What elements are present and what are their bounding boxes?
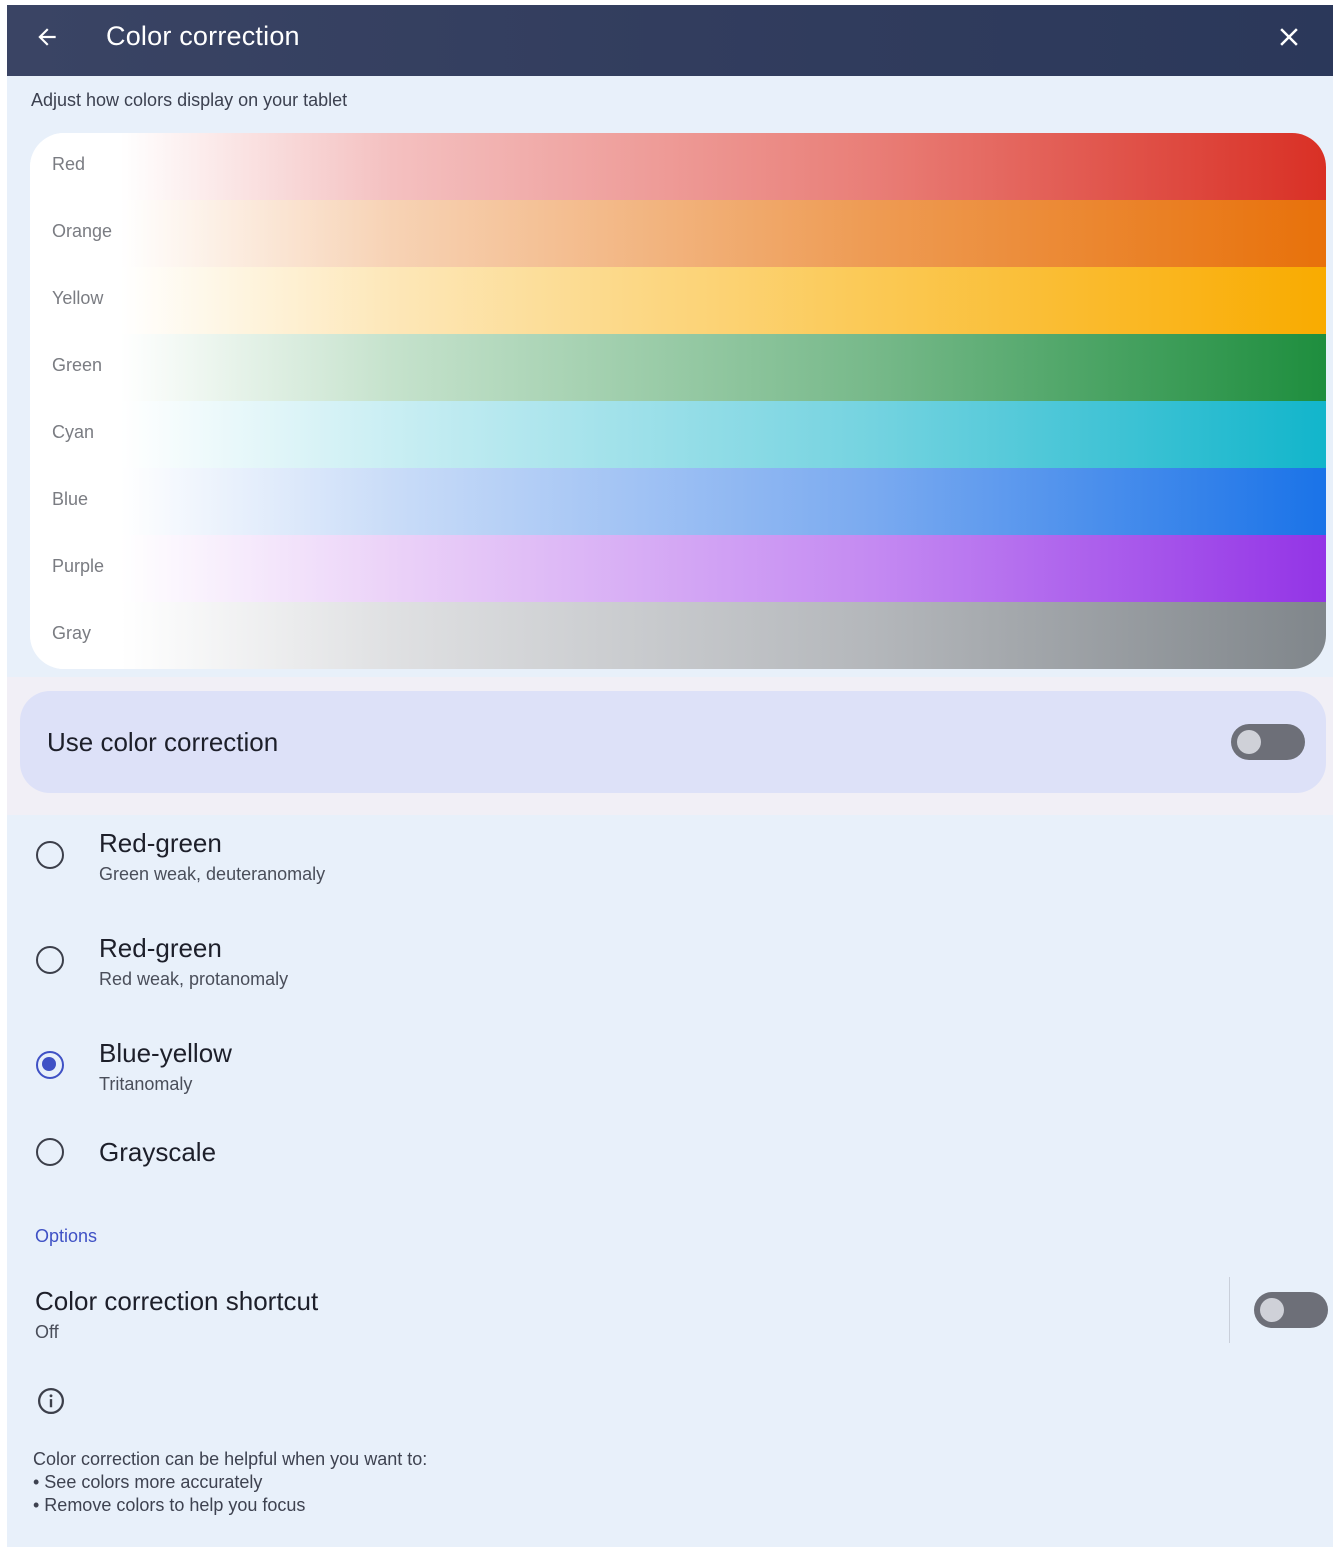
color-band-blue: Blue bbox=[30, 468, 1326, 535]
info-bullet: • Remove colors to help you focus bbox=[33, 1495, 306, 1515]
mode-title: Grayscale bbox=[99, 1137, 217, 1167]
mode-subtitle: Tritanomaly bbox=[99, 1074, 193, 1094]
color-band-label: Gray bbox=[52, 623, 92, 643]
mode-option-grayscale[interactable]: Grayscale bbox=[7, 1115, 1333, 1215]
switch-knob bbox=[1260, 1298, 1284, 1322]
color-band-green: Green bbox=[30, 334, 1326, 401]
back-button[interactable] bbox=[29, 19, 65, 55]
use-color-correction-label: Use color correction bbox=[47, 727, 279, 757]
color-band-orange: Orange bbox=[30, 200, 1326, 267]
mode-title: Blue-yellow bbox=[99, 1038, 232, 1068]
radio-button[interactable] bbox=[36, 841, 64, 869]
info-icon bbox=[38, 1388, 64, 1414]
mode-option-protanomaly[interactable]: Red-green Red weak, protanomaly bbox=[7, 916, 1333, 1016]
color-band-yellow: Yellow bbox=[30, 267, 1326, 334]
color-correction-screen: Color correction Adjust how colors displ… bbox=[7, 5, 1333, 1547]
color-band-label: Cyan bbox=[52, 422, 95, 442]
color-band-label: Green bbox=[52, 355, 103, 375]
page-title: Color correction bbox=[106, 21, 300, 51]
color-band-label: Orange bbox=[52, 221, 113, 241]
color-band-label: Red bbox=[52, 154, 86, 174]
mode-title: Red-green bbox=[99, 828, 222, 858]
info-footer-text: Color correction can be helpful when you… bbox=[33, 1448, 427, 1517]
use-color-correction-row[interactable]: Use color correction bbox=[20, 691, 1326, 793]
radio-button[interactable] bbox=[36, 1138, 64, 1166]
info-intro: Color correction can be helpful when you… bbox=[33, 1449, 428, 1469]
shortcut-status: Off bbox=[35, 1322, 59, 1342]
page-description: Adjust how colors display on your tablet bbox=[31, 90, 348, 110]
radio-button-selected[interactable] bbox=[36, 1051, 64, 1079]
mode-option-deuteranomaly[interactable]: Red-green Green weak, deuteranomaly bbox=[7, 811, 1333, 911]
close-icon bbox=[1280, 28, 1298, 46]
mode-title: Red-green bbox=[99, 933, 222, 963]
color-band-label: Purple bbox=[52, 556, 105, 576]
shortcut-title: Color correction shortcut bbox=[35, 1286, 319, 1316]
vertical-divider bbox=[1229, 1277, 1230, 1343]
use-color-correction-switch[interactable] bbox=[1231, 724, 1305, 760]
color-band-cyan: Cyan bbox=[30, 401, 1326, 468]
options-section-header: Options bbox=[35, 1226, 98, 1246]
close-button[interactable] bbox=[1270, 18, 1308, 56]
radio-button[interactable] bbox=[36, 946, 64, 974]
mode-subtitle: Red weak, protanomaly bbox=[99, 969, 289, 989]
top-app-bar: Color correction bbox=[7, 5, 1333, 76]
arrow-left-icon bbox=[38, 28, 56, 46]
mode-option-tritanomaly[interactable]: Blue-yellow Tritanomaly bbox=[7, 1021, 1333, 1121]
color-correction-shortcut-row[interactable]: Color correction shortcut Off bbox=[7, 1270, 1222, 1360]
color-band-purple: Purple bbox=[30, 535, 1326, 602]
mode-subtitle: Green weak, deuteranomaly bbox=[99, 864, 326, 884]
color-preview-palette: Red Orange Yellow Green Cyan Blue Purple… bbox=[30, 133, 1326, 669]
color-band-label: Blue bbox=[52, 489, 89, 509]
switch-knob bbox=[1237, 730, 1261, 754]
color-band-gray: Gray bbox=[30, 602, 1326, 669]
color-band-red: Red bbox=[30, 133, 1326, 200]
shortcut-switch[interactable] bbox=[1254, 1292, 1328, 1328]
info-bullet: • See colors more accurately bbox=[33, 1472, 263, 1492]
color-band-label: Yellow bbox=[52, 288, 104, 308]
